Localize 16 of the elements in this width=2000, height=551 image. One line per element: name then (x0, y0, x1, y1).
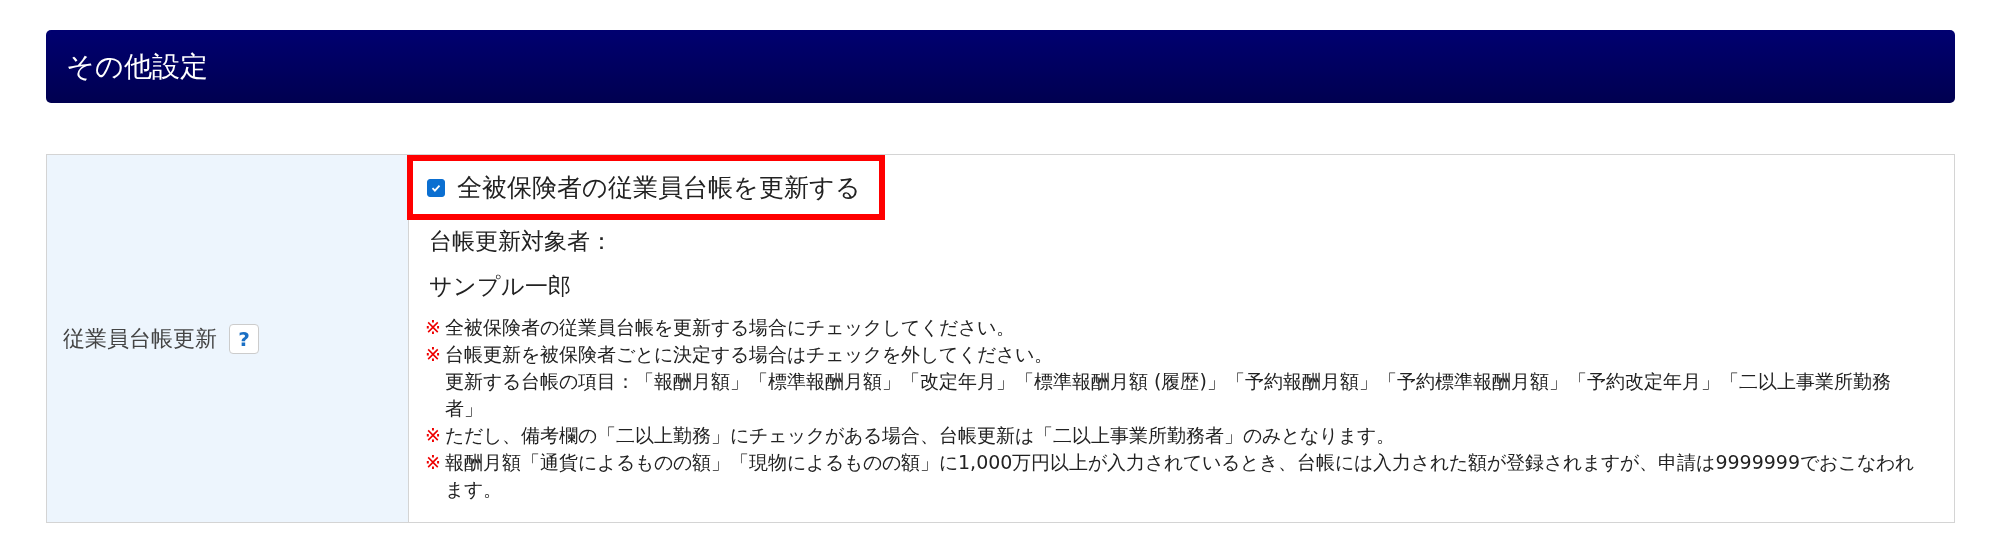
section-title: その他設定 (66, 48, 208, 85)
note-text: ただし、備考欄の「二以上勤務」にチェックがある場合、台帳更新は「二以上事業所勤務者」のみとなります。 (445, 423, 1395, 448)
note-text: 台帳更新を被保険者ごとに決定する場合はチェックを外してください。 (445, 342, 1054, 367)
note-mark: ※ (425, 450, 442, 475)
note-text: 報酬月額「通貨によるものの額」「現物によるものの額」に1,000万円以上が入力されているとき、台帳には入力された額が登録されますが、申請は9999999でおこなわれます。 (445, 450, 1915, 502)
checkbox[interactable] (427, 178, 445, 197)
update-checkbox[interactable]: 全被保険者の従業員台帳を更新する (427, 171, 861, 204)
note-mark: ※ (425, 342, 442, 367)
row-label: 従業員台帳更新 (63, 324, 217, 353)
targets-label: 台帳更新対象者： (428, 227, 614, 256)
target-name: サンプル一郎 (428, 272, 572, 301)
note-text: 全被保険者の従業員台帳を更新する場合にチェックしてください。 (445, 315, 1015, 340)
note-detail: 更新する台帳の項目：「報酬月額」「標準報酬月額」「改定年月」「標準報酬月額 (履歴)」「予約報酬月額」「予約標準報酬月額」「予約改定年月」「二以上事業所勤務者」 (445, 369, 1892, 421)
help-button[interactable]: ? (229, 323, 259, 354)
note-mark: ※ (425, 315, 442, 340)
note-mark: ※ (425, 423, 442, 448)
